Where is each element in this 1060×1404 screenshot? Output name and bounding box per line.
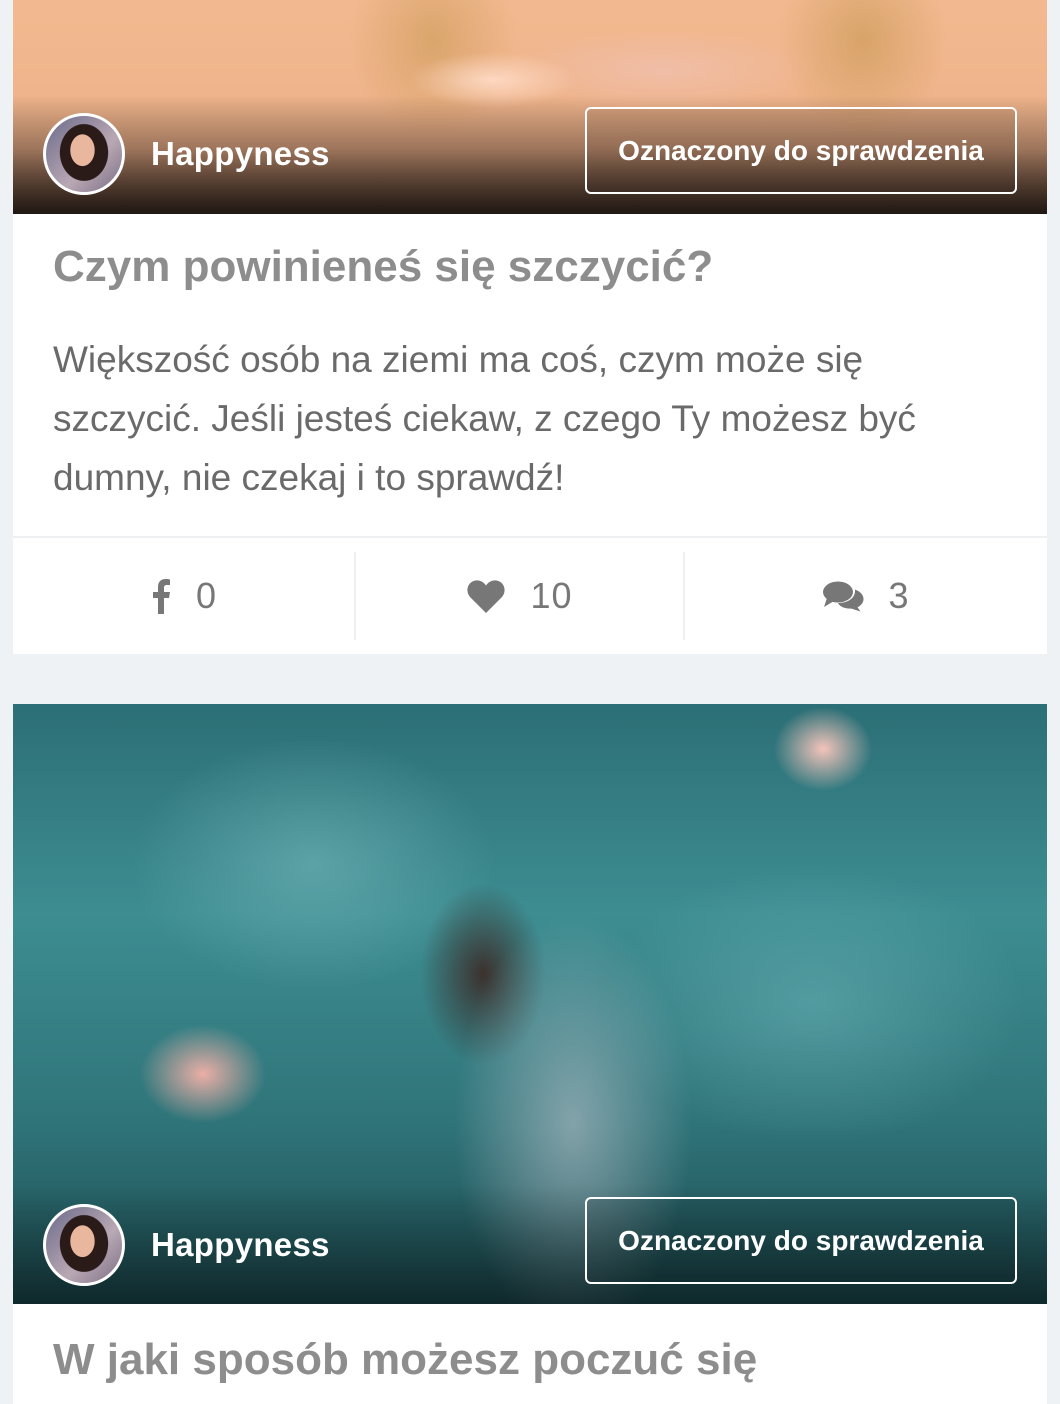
- post-image[interactable]: Happyness Oznaczony do sprawdzenia: [13, 704, 1047, 1304]
- comments-button[interactable]: 3: [685, 538, 1047, 654]
- post-author[interactable]: Happyness: [43, 1204, 330, 1286]
- like-button[interactable]: 10: [354, 552, 685, 640]
- comments-icon: [823, 581, 864, 612]
- author-name[interactable]: Happyness: [151, 135, 330, 173]
- like-count: 10: [530, 575, 573, 616]
- post-card[interactable]: Happyness Oznaczony do sprawdzenia Czym …: [13, 0, 1047, 654]
- post-author[interactable]: Happyness: [43, 113, 330, 195]
- facebook-count: 0: [195, 575, 218, 616]
- flagged-for-review-badge[interactable]: Oznaczony do sprawdzenia: [585, 107, 1017, 194]
- author-name[interactable]: Happyness: [151, 1226, 330, 1264]
- post-stats: 0 10 3: [13, 538, 1047, 654]
- post-description: Większość osób na ziemi ma coś, czym moż…: [53, 339, 916, 498]
- comment-count: 3: [888, 575, 910, 616]
- post-card[interactable]: Happyness Oznaczony do sprawdzenia W jak…: [13, 704, 1047, 1404]
- heart-icon: [467, 580, 506, 613]
- author-avatar[interactable]: [43, 1204, 125, 1286]
- post-title[interactable]: W jaki sposób możesz poczuć się: [53, 1335, 757, 1385]
- facebook-share-button[interactable]: 0: [13, 538, 354, 654]
- post-image[interactable]: Happyness Oznaczony do sprawdzenia: [13, 0, 1047, 214]
- flagged-for-review-badge[interactable]: Oznaczony do sprawdzenia: [585, 1197, 1017, 1284]
- facebook-icon: [152, 579, 170, 614]
- author-avatar[interactable]: [43, 113, 125, 195]
- post-title[interactable]: Czym powinieneś się szczycić?: [53, 242, 713, 292]
